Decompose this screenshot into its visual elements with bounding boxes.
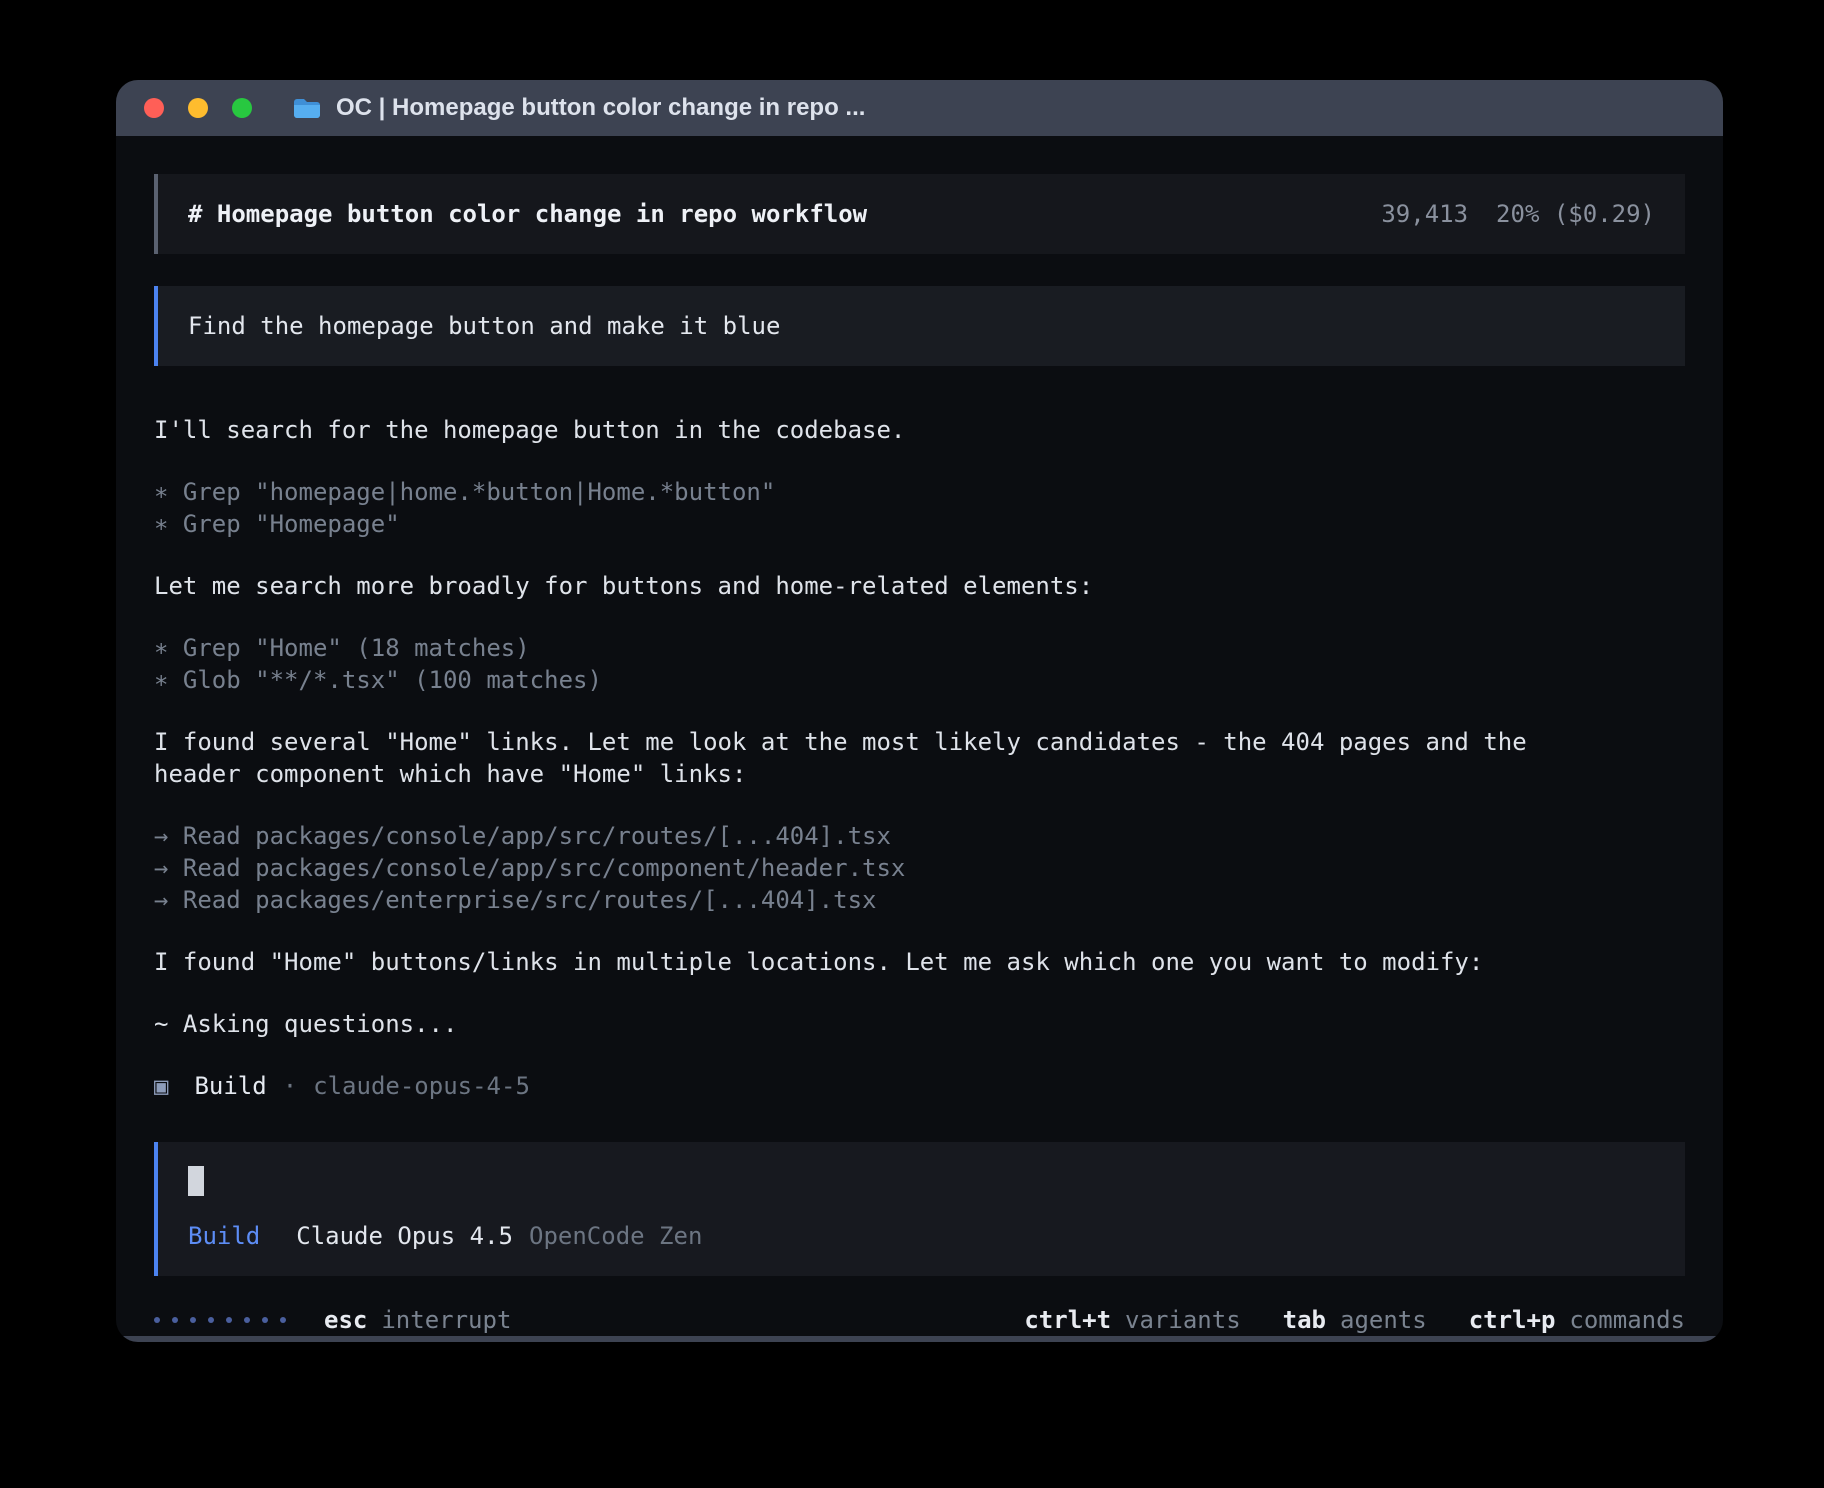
tool-call-group: ∗ Grep "homepage|home.*button|Home.*butt… xyxy=(154,476,1685,540)
agent-status-row: ▣ Build · claude-opus-4-5 xyxy=(154,1070,1685,1102)
assistant-paragraph: Let me search more broadly for buttons a… xyxy=(154,570,1685,602)
zoom-button[interactable] xyxy=(232,98,252,118)
session-header: # Homepage button color change in repo w… xyxy=(154,174,1685,254)
provider-label: OpenCode Zen xyxy=(529,1220,702,1252)
text-cursor xyxy=(188,1166,204,1196)
user-message-text: Find the homepage button and make it blu… xyxy=(188,312,780,340)
tool-call-group: → Read packages/console/app/src/routes/[… xyxy=(154,820,1685,916)
spinner-dot xyxy=(154,1317,160,1323)
tool-call-read: → Read packages/console/app/src/componen… xyxy=(154,852,1685,884)
user-message: Find the homepage button and make it blu… xyxy=(154,286,1685,366)
context-usage: 20% ($0.29) xyxy=(1496,200,1655,228)
spinner-dot xyxy=(190,1317,196,1323)
spinner-dot xyxy=(226,1317,232,1323)
tool-call-grep: ∗ Grep "Home" (18 matches) xyxy=(154,632,1685,664)
shortcut-commands: ctrl+p commands xyxy=(1469,1304,1685,1336)
minimize-button[interactable] xyxy=(188,98,208,118)
assistant-status: ~ Asking questions... xyxy=(154,1008,1685,1040)
shortcut-hint: variants xyxy=(1125,1304,1241,1336)
input-meta: Build Claude Opus 4.5 OpenCode Zen xyxy=(188,1220,1655,1252)
tool-call-group: ∗ Grep "Home" (18 matches) ∗ Glob "**/*.… xyxy=(154,632,1685,696)
session-stats: 39,413 20% ($0.29) xyxy=(1381,200,1655,228)
spinner-dot xyxy=(262,1317,268,1323)
shortcut-hint: agents xyxy=(1340,1304,1427,1336)
terminal-content: # Homepage button color change in repo w… xyxy=(116,136,1723,1336)
tool-call-read: → Read packages/console/app/src/routes/[… xyxy=(154,820,1685,852)
tool-call-grep: ∗ Grep "Homepage" xyxy=(154,508,1685,540)
shortcut-variants: ctrl+t variants xyxy=(1024,1304,1240,1336)
shortcut-agents: tab agents xyxy=(1283,1304,1427,1336)
assistant-transcript: I'll search for the homepage button in t… xyxy=(154,414,1685,1102)
status-right: ctrl+t variants tab agents ctrl+p comman… xyxy=(982,1304,1685,1336)
agent-separator: · xyxy=(283,1070,297,1102)
shortcut-key: tab xyxy=(1283,1304,1326,1336)
esc-hint: interrupt xyxy=(381,1304,511,1336)
close-button[interactable] xyxy=(144,98,164,118)
token-count: 39,413 xyxy=(1381,200,1468,228)
window-bottom-edge xyxy=(116,1336,1723,1342)
status-left: esc interrupt xyxy=(154,1304,511,1336)
terminal-window: OC | Homepage button color change in rep… xyxy=(116,80,1723,1342)
title-bar[interactable]: OC | Homepage button color change in rep… xyxy=(116,80,1723,136)
window-title: OC | Homepage button color change in rep… xyxy=(336,94,865,122)
spinner-dot xyxy=(244,1317,250,1323)
shortcut-hint: commands xyxy=(1569,1304,1685,1336)
session-title: # Homepage button color change in repo w… xyxy=(188,200,867,228)
spinner-dots xyxy=(154,1317,286,1323)
agent-mode-label[interactable]: Build xyxy=(188,1220,260,1252)
folder-icon xyxy=(292,96,322,120)
esc-key: esc xyxy=(324,1304,367,1336)
spinner-dot xyxy=(208,1317,214,1323)
prompt-input[interactable]: Build Claude Opus 4.5 OpenCode Zen xyxy=(154,1142,1685,1276)
assistant-paragraph: I found "Home" buttons/links in multiple… xyxy=(154,946,1685,978)
tool-call-glob: ∗ Glob "**/*.tsx" (100 matches) xyxy=(154,664,1685,696)
status-bar: esc interrupt ctrl+t variants tab agents… xyxy=(154,1304,1685,1336)
assistant-paragraph: I found several "Home" links. Let me loo… xyxy=(154,726,1685,790)
agent-model: claude-opus-4-5 xyxy=(313,1070,530,1102)
spinner-dot xyxy=(172,1317,178,1323)
spinner-dot xyxy=(280,1317,286,1323)
tool-call-grep: ∗ Grep "homepage|home.*button|Home.*butt… xyxy=(154,476,1685,508)
model-label[interactable]: Claude Opus 4.5 xyxy=(296,1220,513,1252)
tool-call-read: → Read packages/enterprise/src/routes/[.… xyxy=(154,884,1685,916)
assistant-paragraph: I'll search for the homepage button in t… xyxy=(154,414,1685,446)
shortcut-key: ctrl+p xyxy=(1469,1304,1556,1336)
window-controls xyxy=(144,98,252,118)
agent-icon: ▣ xyxy=(154,1070,168,1102)
agent-name: Build xyxy=(194,1070,266,1102)
shortcut-key: ctrl+t xyxy=(1024,1304,1111,1336)
